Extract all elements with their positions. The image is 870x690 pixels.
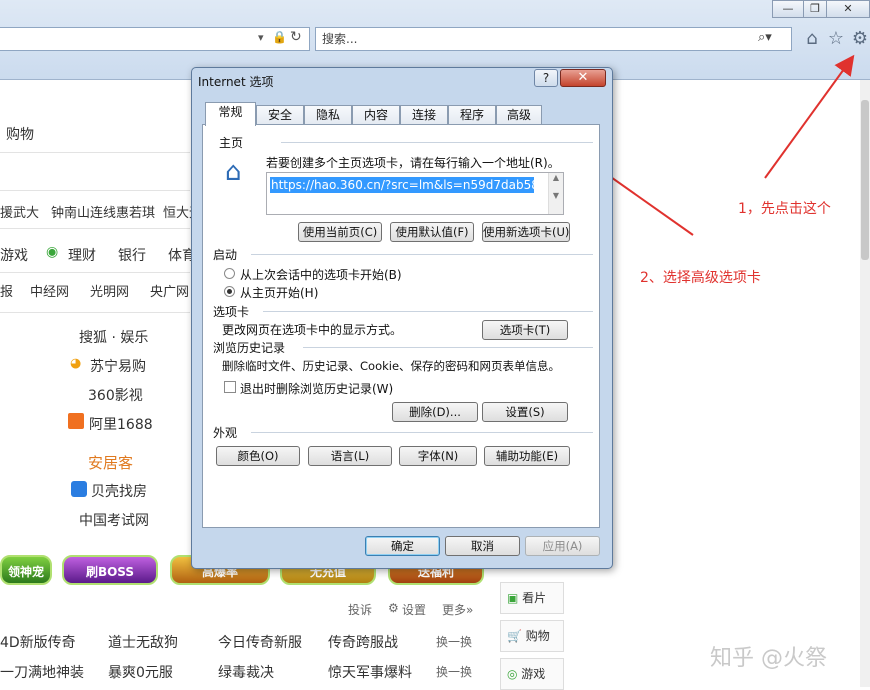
history-description: 删除临时文件、历史记录、Cookie、保存的密码和网页表单信息。 — [222, 359, 561, 373]
start-last-session-label[interactable]: 从上次会话中的选项卡开始(B) — [240, 266, 402, 283]
tab-security[interactable]: 安全 — [256, 105, 304, 125]
tab-content[interactable]: 内容 — [352, 105, 400, 125]
tab-general[interactable]: 常规 — [205, 102, 256, 126]
tabs-description: 更改网页在选项卡中的显示方式。 — [222, 323, 403, 337]
annotation-step2: 2、选择高级选项卡 — [640, 270, 761, 286]
fonts-button[interactable]: 字体(N) — [399, 446, 477, 466]
startup-heading: 启动 — [213, 248, 238, 262]
arrow-to-gear — [764, 54, 855, 179]
tab-programs[interactable]: 程序 — [448, 105, 496, 125]
start-last-session-radio[interactable] — [224, 268, 235, 279]
use-default-button[interactable]: 使用默认值(F) — [390, 222, 474, 242]
start-home-page-radio[interactable] — [224, 286, 235, 297]
tab-privacy[interactable]: 隐私 — [304, 105, 352, 125]
help-button[interactable]: ? — [534, 69, 558, 87]
start-home-page-label[interactable]: 从主页开始(H) — [240, 284, 318, 301]
home-page-url: https://hao.360.cn/?src=lm&ls=n59d7dab58… — [270, 177, 534, 193]
apply-button[interactable]: 应用(A) — [525, 536, 600, 556]
cancel-button[interactable]: 取消 — [445, 536, 520, 556]
ok-button[interactable]: 确定 — [365, 536, 440, 556]
colors-button[interactable]: 颜色(O) — [216, 446, 300, 466]
house-icon: ⌂ — [225, 157, 242, 187]
tabs-settings-button[interactable]: 选项卡(T) — [482, 320, 568, 340]
general-tab-panel: 主页 ⌂ 若要创建多个主页选项卡，请在每行输入一个地址(R)。 https://… — [202, 124, 600, 528]
annotation-step1: 1，先点击这个 — [738, 201, 831, 217]
tabs-heading: 选项卡 — [213, 305, 250, 319]
home-page-heading: 主页 — [219, 136, 244, 150]
home-page-description: 若要创建多个主页选项卡，请在每行输入一个地址(R)。 — [266, 156, 560, 170]
use-current-button[interactable]: 使用当前页(C) — [298, 222, 382, 242]
delete-on-exit-label[interactable]: 退出时删除浏览历史记录(W) — [240, 380, 393, 397]
history-heading: 浏览历史记录 — [213, 341, 286, 355]
home-page-url-textarea[interactable]: https://hao.360.cn/?src=lm&ls=n59d7dab58… — [266, 172, 564, 215]
dialog-close-button[interactable]: ✕ — [560, 69, 606, 87]
languages-button[interactable]: 语言(L) — [308, 446, 392, 466]
url-scrollbar[interactable]: ▲ ▼ — [548, 173, 563, 214]
delete-history-button[interactable]: 删除(D)... — [392, 402, 478, 422]
appearance-heading: 外观 — [213, 426, 238, 440]
tab-advanced[interactable]: 高级 — [496, 105, 542, 125]
watermark: 知乎 @火祭 — [710, 646, 827, 671]
delete-on-exit-checkbox[interactable] — [224, 381, 236, 393]
accessibility-button[interactable]: 辅助功能(E) — [484, 446, 570, 466]
internet-options-dialog: Internet 选项 ? ✕ 常规 安全 隐私 内容 连接 程序 高级 主页 … — [191, 67, 613, 569]
use-new-tab-button[interactable]: 使用新选项卡(U) — [482, 222, 570, 242]
history-settings-button[interactable]: 设置(S) — [482, 402, 568, 422]
dialog-title: Internet 选项 — [198, 75, 274, 89]
tab-connections[interactable]: 连接 — [400, 105, 448, 125]
